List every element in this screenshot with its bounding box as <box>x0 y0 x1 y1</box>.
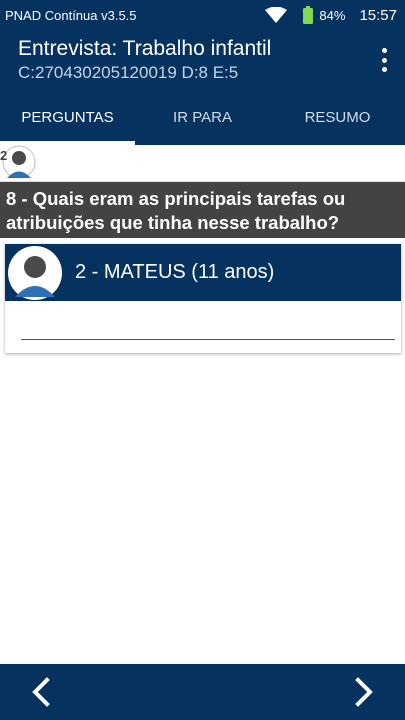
answer-input[interactable] <box>21 324 395 340</box>
tab-label: PERGUNTAS <box>21 109 114 126</box>
person-card-header: 2 - MATEUS (11 anos) <box>5 244 401 301</box>
respondent-number: 2 <box>0 148 8 163</box>
interview-code: C:270430205120019 D:8 E:5 <box>18 63 239 82</box>
chevron-right-icon[interactable] <box>347 676 379 708</box>
app-bar: Entrevista: Trabalho infantil C:27043020… <box>0 30 405 92</box>
tab-resumo[interactable]: RESUMO <box>270 92 405 145</box>
question-text: 8 - Quais eram as principais tarefas ou … <box>0 182 405 238</box>
page-title: Entrevista: Trabalho infantil <box>18 37 272 60</box>
wifi-icon <box>265 7 288 23</box>
tab-bar: PERGUNTAS IR PARA RESUMO <box>0 92 405 145</box>
tab-ir-para[interactable]: IR PARA <box>135 92 270 145</box>
chevron-left-icon[interactable] <box>26 676 58 708</box>
respondent-strip: 2 <box>0 145 405 182</box>
bottom-nav-bar <box>0 664 405 720</box>
tab-label: RESUMO <box>304 109 371 126</box>
status-clock: 15:57 <box>359 6 397 24</box>
battery-percent: 84% <box>319 7 346 23</box>
tab-label: IR PARA <box>173 109 232 126</box>
status-bar: PNAD Contínua v3.5.5 84% 15:57 <box>0 0 405 30</box>
status-app-name: PNAD Contínua v3.5.5 <box>5 7 137 23</box>
person-card: 2 - MATEUS (11 anos) <box>5 244 401 353</box>
person-avatar-icon <box>8 245 62 300</box>
battery-icon <box>303 6 314 24</box>
person-name: 2 - MATEUS (11 anos) <box>75 261 275 283</box>
tab-perguntas[interactable]: PERGUNTAS <box>0 92 135 145</box>
overflow-menu-icon[interactable] <box>379 48 389 72</box>
